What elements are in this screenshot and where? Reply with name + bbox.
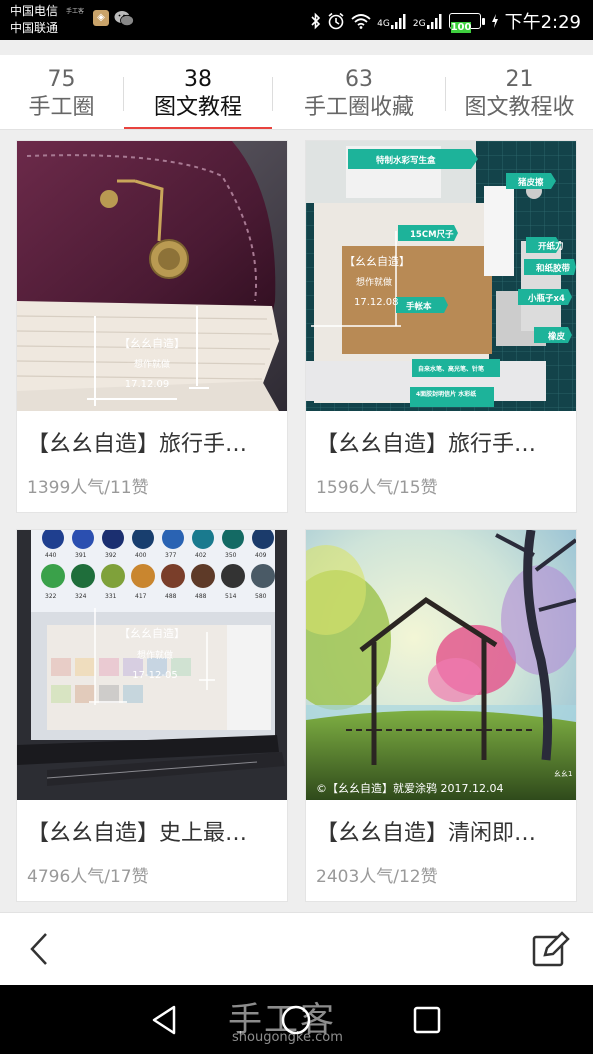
swatch-number: 488 <box>165 593 177 600</box>
watermark-url: shougongke.com <box>232 1030 343 1045</box>
tutorial-card[interactable]: ©【幺幺自造】就爱涂鸦 2017.12.04 幺幺1 【幺幺自造】清闲即… 24… <box>305 529 577 902</box>
tutorial-card[interactable]: 特制水彩写生盒 猪皮擦 15CM尺子 开纸刀 和纸胶带 手帐本 小瓶子x4 橡皮… <box>305 140 577 513</box>
thumb-sub-text: 想作就做 <box>134 358 170 370</box>
swatch-number: 392 <box>105 552 117 559</box>
swatch-number: 402 <box>195 552 207 559</box>
tab-count: 21 <box>505 67 534 92</box>
wifi-icon <box>351 14 371 29</box>
status-indicators: 4G 2G 100 下午2:29 <box>311 8 581 34</box>
tag-label: 小瓶子x4 <box>527 293 565 304</box>
tab-label: 手工圈 <box>28 95 95 120</box>
tab-count: 38 <box>184 67 212 92</box>
app-notification-icon: ◈ <box>93 10 109 26</box>
wechat-icon <box>114 11 134 27</box>
status-time: 下午2:29 <box>504 12 581 33</box>
screen: 中国电信 中国联通 手工客 ◈ 4G 2G 100 下午2:29 75 手工圈 … <box>0 0 593 1054</box>
swatch-number: 400 <box>135 552 147 559</box>
tab-count: 75 <box>47 67 76 92</box>
thumb-date-text: 17.12.08 <box>354 297 399 308</box>
tab-bar: 75 手工圈 38 图文教程 63 手工圈收藏 21 图文教程收 <box>0 55 593 130</box>
thumb-sub-text: 想作就做 <box>356 276 392 288</box>
tutorial-card[interactable]: 【幺幺自造】 想作就做 17.12.09 【幺幺自造】旅行手… 1399人气/1… <box>16 140 288 513</box>
tab-count: 63 <box>345 67 373 92</box>
swatch-number: 331 <box>105 593 117 600</box>
tag-label: 开纸刀 <box>538 241 564 252</box>
battery-icon: 100 <box>448 13 485 33</box>
thumb-brand-text: 【幺幺自造】 <box>344 254 410 268</box>
edit-icon[interactable] <box>531 929 571 969</box>
carrier-1: 中国电信 <box>10 4 59 18</box>
tag-label: 橡皮 <box>548 331 566 342</box>
swatch-number: 417 <box>135 593 147 600</box>
thumb-caption: ©【幺幺自造】就爱涂鸦 2017.12.04 <box>316 781 503 795</box>
swatch-number: 440 <box>45 552 57 559</box>
watercolor-palette-photo: 440 391 392 400 377 402 350 409 322 324 … <box>17 530 287 800</box>
thumb-sub-text: 想作就做 <box>137 649 173 661</box>
status-bar: 中国电信 中国联通 手工客 ◈ 4G 2G 100 下午2:29 <box>0 0 593 40</box>
card-thumbnail[interactable]: 【幺幺自造】 想作就做 17.12.09 <box>17 141 287 411</box>
square-recent-icon[interactable] <box>410 1003 444 1037</box>
thumb-date-text: 17-12-05 <box>132 670 177 681</box>
thumb-brand-text: 【幺幺自造】 <box>119 626 185 640</box>
tag-label: 4面胶封明信片 水彩纸 <box>416 390 476 398</box>
swatch-number: 514 <box>225 593 237 600</box>
card-thumbnail[interactable]: ©【幺幺自造】就爱涂鸦 2017.12.04 幺幺1 <box>306 530 576 800</box>
tag-label: 自来水笔、高光笔、针笔 <box>418 365 484 373</box>
card-title: 【幺幺自造】旅行手… <box>316 432 537 457</box>
landscape-painting: ©【幺幺自造】就爱涂鸦 2017.12.04 幺幺1 <box>306 530 576 800</box>
tab-tutorials[interactable]: 38 图文教程 <box>124 55 272 129</box>
thumb-date-text: 17.12.09 <box>125 379 170 390</box>
tab-tutorial-favorites[interactable]: 21 图文教程收 <box>446 55 593 129</box>
charging-icon <box>491 14 498 28</box>
thumb-brand-text: 【幺幺自造】 <box>119 336 185 350</box>
swatch-number: 322 <box>45 593 57 600</box>
swatch-number: 580 <box>255 593 267 600</box>
chevron-left-icon[interactable] <box>22 929 62 969</box>
swatch-number: 488 <box>195 593 207 600</box>
card-stats: 1596人气/15赞 <box>316 478 438 498</box>
tab-label: 图文教程收 <box>464 95 575 120</box>
alarm-icon <box>328 12 344 30</box>
card-title: 【幺幺自造】旅行手… <box>27 432 248 457</box>
swatch-number: 350 <box>225 552 237 559</box>
carrier-2: 中国联通 <box>10 21 59 35</box>
card-stats: 4796人气/17赞 <box>27 867 149 887</box>
tag-label: 手帐本 <box>406 301 432 312</box>
card-title: 【幺幺自造】清闲即… <box>316 821 537 846</box>
bottom-toolbar <box>0 912 593 985</box>
swatch-number: 391 <box>75 552 87 559</box>
card-thumbnail[interactable]: 特制水彩写生盒 猪皮擦 15CM尺子 开纸刀 和纸胶带 手帐本 小瓶子x4 橡皮… <box>306 141 576 411</box>
tiny-note: 手工客 <box>66 8 85 15</box>
journal-photo: 【幺幺自造】 想作就做 17.12.09 <box>17 141 287 411</box>
card-stats: 1399人气/11赞 <box>27 478 149 498</box>
tab-circle-favorites[interactable]: 63 手工圈收藏 <box>273 55 445 129</box>
thumb-corner-mark: 幺幺1 <box>554 769 572 778</box>
signal-1-icon: 4G <box>377 13 407 29</box>
swatch-number: 377 <box>165 552 177 559</box>
swatch-number: 324 <box>75 593 87 600</box>
tag-label: 和纸胶带 <box>536 263 571 274</box>
carrier-info: 中国电信 中国联通 <box>10 3 58 37</box>
signal-2-icon: 2G <box>413 13 443 29</box>
swatch-number: 409 <box>255 552 267 559</box>
tag-label: 特制水彩写生盒 <box>376 155 436 166</box>
card-thumbnail[interactable]: 440 391 392 400 377 402 350 409 322 324 … <box>17 530 287 800</box>
bluetooth-icon <box>311 12 321 30</box>
tab-label: 图文教程 <box>153 95 242 120</box>
tag-label: 猪皮擦 <box>517 177 544 188</box>
stationery-photo: 特制水彩写生盒 猪皮擦 15CM尺子 开纸刀 和纸胶带 手帐本 小瓶子x4 橡皮… <box>306 141 576 411</box>
card-stats: 2403人气/12赞 <box>316 867 438 887</box>
card-title: 【幺幺自造】史上最… <box>27 821 248 846</box>
triangle-back-icon[interactable] <box>148 1003 182 1037</box>
tutorial-card[interactable]: 440 391 392 400 377 402 350 409 322 324 … <box>16 529 288 902</box>
tag-label: 15CM尺子 <box>410 230 454 240</box>
tab-label: 手工圈收藏 <box>303 95 414 120</box>
tab-handcraft-circle[interactable]: 75 手工圈 <box>0 55 123 129</box>
